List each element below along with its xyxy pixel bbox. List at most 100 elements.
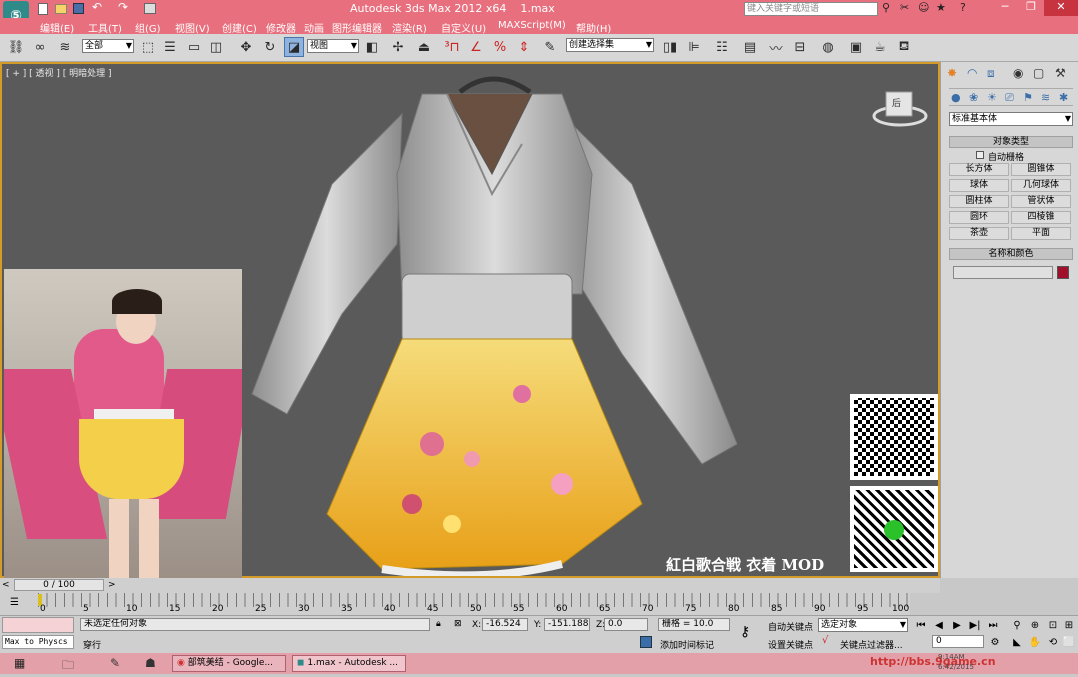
open-file-icon[interactable] xyxy=(55,4,67,14)
geometry-icon[interactable]: ● xyxy=(951,91,961,104)
menu-tools[interactable]: 工具(T) xyxy=(88,20,122,35)
menu-animation[interactable]: 动画 xyxy=(304,20,324,35)
menu-modifiers[interactable]: 修改器 xyxy=(266,20,296,35)
bind-space-warp-icon[interactable]: ≋ xyxy=(55,37,75,57)
hierarchy-tab-icon[interactable]: ⧈ xyxy=(987,66,995,81)
viewcube-label[interactable]: 后 xyxy=(892,96,901,109)
new-file-icon[interactable] xyxy=(38,3,48,15)
menu-views[interactable]: 视图(V) xyxy=(175,20,210,35)
field-of-view-icon[interactable]: ◣ xyxy=(1010,635,1024,649)
display-tab-icon[interactable]: ▢ xyxy=(1033,66,1044,80)
render-setup-icon[interactable]: ▣ xyxy=(846,37,866,57)
go-to-end-icon[interactable]: ⏭ xyxy=(986,618,1000,632)
menu-help[interactable]: 帮助(H) xyxy=(576,20,611,35)
material-editor-icon[interactable]: ◍ xyxy=(818,37,838,57)
align-icon[interactable]: ⊫ xyxy=(684,37,704,57)
window-crossing-icon[interactable]: ◫ xyxy=(206,37,226,57)
perspective-viewport[interactable]: [ + ] [ 透视 ] [ 明暗处理 ] 后 紅白歌合戦 衣着 MOD xyxy=(0,62,940,579)
menu-group[interactable]: 组(G) xyxy=(135,20,161,35)
pivot-center-icon[interactable]: ◧ xyxy=(362,37,382,57)
absolute-mode-icon[interactable]: ⊠ xyxy=(454,619,462,629)
timeline-track[interactable]: ☰ 0 5 10 15 20 25 30 35 40 45 50 55 60 6… xyxy=(0,593,910,615)
keyboard-shortcut-icon[interactable]: ⏏ xyxy=(414,37,434,57)
snap-toggle-icon[interactable]: ³⊓ xyxy=(442,37,462,57)
set-key-button[interactable]: 设置关键点 xyxy=(768,638,813,651)
link-icon[interactable]: ⛓ xyxy=(6,37,26,57)
explorer-icon[interactable]: ▦ xyxy=(14,656,25,670)
menu-customize[interactable]: 自定义(U) xyxy=(441,20,486,35)
schematic-view-icon[interactable]: ⊟ xyxy=(790,37,810,57)
mirror-icon[interactable]: ▯▮ xyxy=(660,37,680,57)
utilities-tab-icon[interactable]: ⚒ xyxy=(1055,66,1066,80)
pyramid-button[interactable]: 四棱锥 xyxy=(1011,211,1071,224)
torus-button[interactable]: 圆环 xyxy=(949,211,1009,224)
redo-icon[interactable]: ↷ xyxy=(118,0,128,14)
object-name-field[interactable] xyxy=(953,266,1053,279)
add-time-tag-button[interactable]: 添加时间标记 xyxy=(660,638,714,651)
binoculars-icon[interactable]: ⚲ xyxy=(882,1,890,14)
next-frame-icon[interactable]: ▶| xyxy=(968,618,982,632)
maxscript-listener-pink[interactable] xyxy=(2,617,74,633)
x-coordinate-field[interactable]: -16.524 xyxy=(482,618,528,631)
sphere-button[interactable]: 球体 xyxy=(949,179,1009,192)
help-icon[interactable]: ? xyxy=(960,1,966,14)
save-icon[interactable] xyxy=(73,3,84,14)
select-by-name-icon[interactable]: ☰ xyxy=(160,37,180,57)
time-slider-prev-icon[interactable]: < xyxy=(2,580,10,590)
key-mode-dropdown[interactable]: 选定对象 ▼ xyxy=(818,618,908,632)
taskbar-chrome[interactable]: ◉ 部筑美结 - Google... xyxy=(172,655,286,672)
key-filters-button[interactable]: 关键点过滤器... xyxy=(840,638,903,651)
zoom-all-icon[interactable]: ⊕ xyxy=(1028,618,1042,632)
helpers-icon[interactable]: ⚑ xyxy=(1023,91,1033,104)
menu-rendering[interactable]: 渲染(R) xyxy=(392,20,427,35)
search-input[interactable]: 键入关键字或短语 xyxy=(744,2,878,16)
selection-lock-icon[interactable]: 🔒︎ xyxy=(436,619,441,629)
project-folder-icon[interactable] xyxy=(144,3,156,14)
rectangular-selection-icon[interactable]: ▭ xyxy=(184,37,204,57)
tools-icon[interactable]: ✂ xyxy=(900,1,909,14)
create-tab-icon[interactable]: ✸ xyxy=(947,66,957,80)
menu-edit[interactable]: 编辑(E) xyxy=(40,20,74,35)
space-warps-icon[interactable]: ≋ xyxy=(1041,91,1050,104)
time-tag-icon[interactable] xyxy=(640,636,652,648)
time-slider-next-icon[interactable]: > xyxy=(108,580,116,590)
object-type-rollout[interactable]: 对象类型 xyxy=(949,136,1073,148)
pan-icon[interactable]: ✋ xyxy=(1028,635,1042,649)
zoom-icon[interactable]: ⚲ xyxy=(1010,618,1024,632)
edit-named-selection-icon[interactable]: ✎ xyxy=(540,37,560,57)
go-to-start-icon[interactable]: ⏮ xyxy=(914,618,928,632)
close-icon[interactable]: ✕ xyxy=(1044,0,1078,16)
name-color-rollout[interactable]: 名称和颜色 xyxy=(949,248,1073,260)
modify-tab-icon[interactable]: ◠ xyxy=(967,66,977,80)
cylinder-button[interactable]: 圆柱体 xyxy=(949,195,1009,208)
scale-icon[interactable]: ◪ xyxy=(284,37,304,57)
cameras-icon[interactable]: ⎚ xyxy=(1005,91,1014,105)
geosphere-button[interactable]: 几何球体 xyxy=(1011,179,1071,192)
graphite-ribbon-icon[interactable]: ▤ xyxy=(740,37,760,57)
z-coordinate-field[interactable]: 0.0 xyxy=(604,618,648,631)
rotate-icon[interactable]: ↻ xyxy=(260,37,280,57)
cone-button[interactable]: 圆锥体 xyxy=(1011,163,1071,176)
mini-curve-editor-icon[interactable]: ☰ xyxy=(10,597,19,608)
render-production-icon[interactable]: ⛾ xyxy=(894,37,914,57)
previous-frame-icon[interactable]: ◀ xyxy=(932,618,946,632)
rendered-frame-icon[interactable]: ☕ xyxy=(870,37,890,57)
object-color-swatch[interactable] xyxy=(1057,266,1069,279)
zoom-extents-all-icon[interactable]: ⊞ xyxy=(1062,618,1076,632)
taskbar-3dsmax[interactable]: ◼ 1.max - Autodesk ... xyxy=(292,655,406,672)
menu-create[interactable]: 创建(C) xyxy=(222,20,257,35)
plane-button[interactable]: 平面 xyxy=(1011,227,1071,240)
maximize-icon[interactable]: ❐ xyxy=(1018,0,1044,16)
zoom-extents-icon[interactable]: ⊡ xyxy=(1046,618,1060,632)
spinner-snap-icon[interactable]: ⇕ xyxy=(514,37,534,57)
reference-coord-dropdown[interactable]: 视图 ▼ xyxy=(307,39,359,53)
current-frame-field[interactable]: 0 xyxy=(932,635,984,648)
auto-key-button[interactable]: 自动关键点 xyxy=(768,620,813,633)
time-slider-thumb[interactable]: 0 / 100 xyxy=(14,579,104,591)
named-selection-dropdown[interactable]: 创建选择集 ▼ xyxy=(566,38,654,52)
orbit-icon[interactable]: ⟲ xyxy=(1046,635,1060,649)
curve-editor-icon[interactable]: 〰 xyxy=(766,37,786,57)
favorites-icon[interactable]: ★ xyxy=(936,1,946,14)
set-key-icon[interactable]: ⚷ xyxy=(740,624,750,640)
move-icon[interactable]: ✥ xyxy=(236,37,256,57)
